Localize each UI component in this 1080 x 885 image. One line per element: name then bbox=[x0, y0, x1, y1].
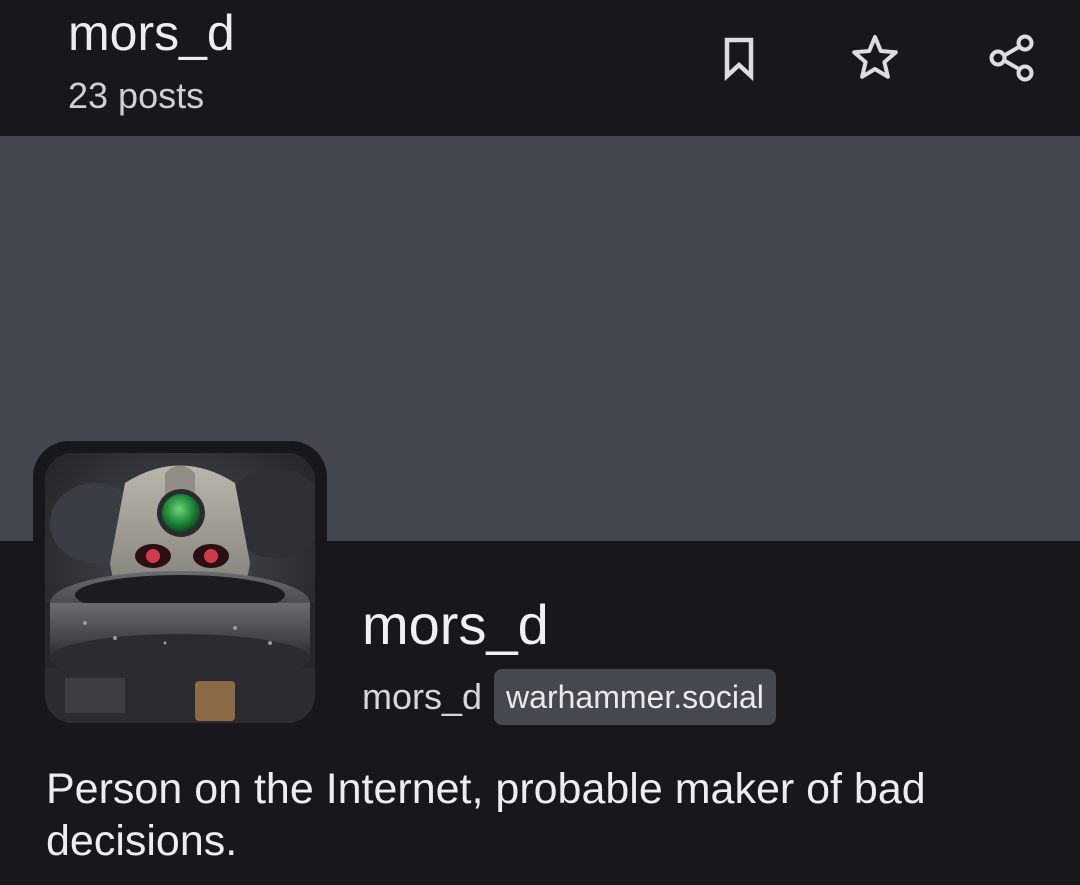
avatar-image bbox=[45, 453, 315, 723]
bookmark-button[interactable] bbox=[703, 22, 775, 94]
bookmark-icon bbox=[724, 37, 754, 82]
post-count: 23 posts bbox=[68, 75, 205, 116]
share-icon bbox=[989, 34, 1034, 82]
display-name: mors_d bbox=[362, 593, 549, 656]
avatar[interactable] bbox=[45, 453, 315, 723]
instance-domain-badge[interactable]: warhammer.social bbox=[494, 669, 776, 725]
account-handle: mors_d bbox=[362, 676, 483, 717]
avatar-frame bbox=[33, 441, 327, 735]
app-bar-title: mors_d bbox=[68, 5, 235, 61]
profile-screen: mors_d 23 posts mors_d mors_d warhammer.… bbox=[0, 0, 1080, 885]
profile-bio: Person on the Internet, probable maker o… bbox=[46, 765, 926, 865]
share-button[interactable] bbox=[976, 22, 1048, 94]
favourite-button[interactable] bbox=[839, 22, 911, 94]
star-icon bbox=[852, 35, 898, 79]
account-handle-row: mors_d warhammer.social bbox=[362, 669, 776, 725]
top-app-bar: mors_d 23 posts bbox=[0, 0, 1080, 136]
